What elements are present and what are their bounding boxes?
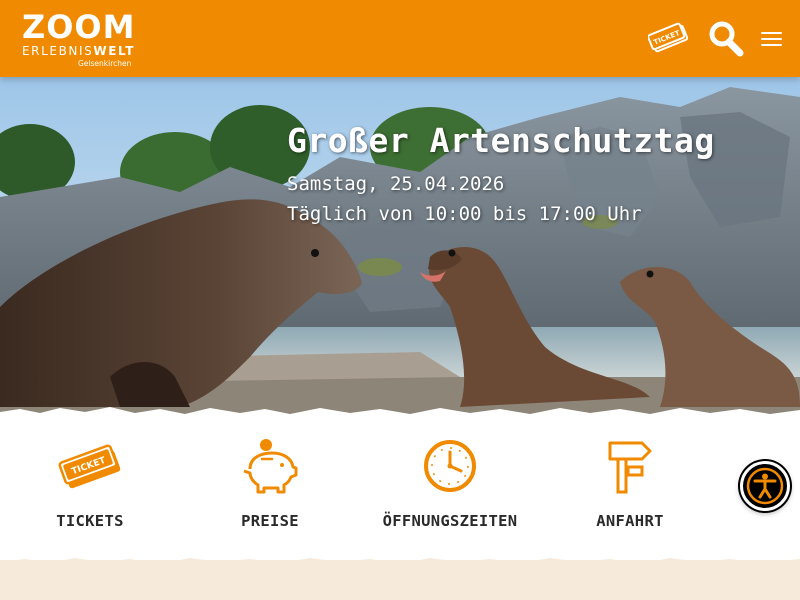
quicklink-label: PREISE xyxy=(241,512,299,530)
hamburger-menu-icon[interactable] xyxy=(761,30,783,48)
zoom-logo[interactable]: ZOOM ERLEBNISWELT Gelsenkirchen xyxy=(22,10,152,68)
search-icon[interactable] xyxy=(708,20,744,58)
quicklink-opening-hours[interactable]: ÖFFNUNGSZEITEN xyxy=(370,437,530,537)
clock-icon xyxy=(418,437,482,495)
signpost-icon xyxy=(598,437,662,495)
quicklink-label: ÖFFNUNGSZEITEN xyxy=(382,512,518,530)
accessibility-button[interactable] xyxy=(740,461,790,511)
ticket-icon: TICKET xyxy=(58,437,122,495)
hero-title: Großer Artenschutztag xyxy=(287,121,715,160)
page-background-footer xyxy=(0,558,800,600)
hero-opening-hours: Täglich von 10:00 bis 17:00 Uhr xyxy=(287,203,642,225)
logo-subtitle: ERLEBNISWELT xyxy=(22,44,136,58)
logo-city: Gelsenkirchen xyxy=(78,59,132,68)
piggy-bank-icon xyxy=(238,437,302,495)
quicklinks-bar: TICKET TICKETS PREISE ÖFFNUNGSZEITEN ANF… xyxy=(0,415,800,560)
quicklink-tickets[interactable]: TICKET TICKETS xyxy=(10,437,170,537)
quicklink-label: ANFAHRT xyxy=(596,512,664,530)
hero-date: Samstag, 25.04.2026 xyxy=(287,173,505,195)
ticket-icon[interactable]: TICKET xyxy=(647,22,690,54)
hero-text: Großer Artenschutztag Samstag, 25.04.202… xyxy=(287,120,715,228)
site-header: ZOOM ERLEBNISWELT Gelsenkirchen TICKET xyxy=(0,0,800,77)
hero-banner[interactable]: Großer Artenschutztag Samstag, 25.04.202… xyxy=(0,77,800,417)
quicklink-directions[interactable]: ANFAHRT xyxy=(550,437,710,537)
quicklink-prices[interactable]: PREISE xyxy=(190,437,350,537)
logo-wordmark: ZOOM xyxy=(22,8,136,46)
quicklink-label: TICKETS xyxy=(56,512,124,530)
accessibility-icon xyxy=(746,467,784,505)
